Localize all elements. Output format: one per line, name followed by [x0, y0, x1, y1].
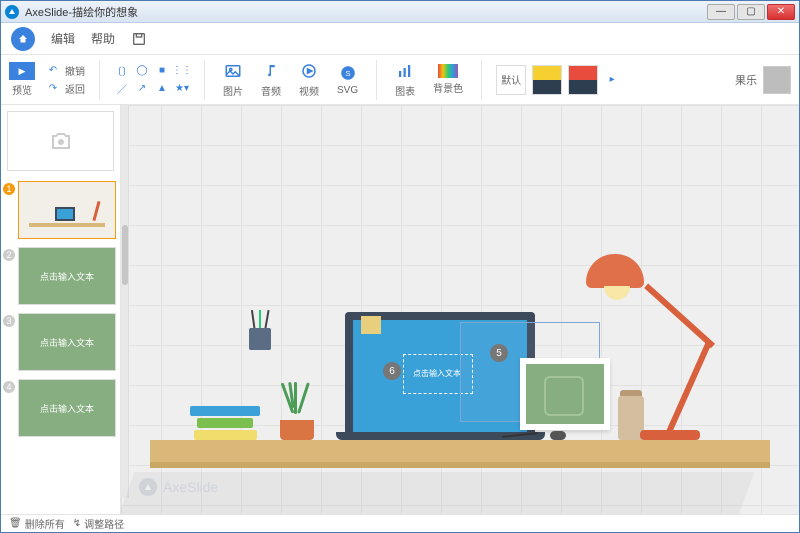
shape-dots-icon[interactable]: ⋮⋮: [174, 63, 190, 79]
slide-badge: 2: [3, 249, 15, 261]
path-icon: ↯: [73, 518, 81, 529]
toolbar: ▶ 预览 ↶撤销 ↷返回 〔〕 ◯ ■ ⋮⋮ ／ ↗ ▲ ★▾ 图片 音频 视频…: [1, 55, 799, 105]
shape-arrow-icon[interactable]: ↗: [134, 81, 150, 97]
path-marker-5[interactable]: 5: [490, 344, 508, 362]
watermark: AxeSlide: [139, 478, 218, 496]
undo-icon[interactable]: ↶: [45, 63, 61, 79]
shape-square-icon[interactable]: ■: [154, 63, 170, 79]
insert-svg-button[interactable]: S SVG: [333, 61, 362, 98]
insert-image-button[interactable]: 图片: [219, 59, 247, 100]
books: [190, 404, 260, 440]
image-icon: [223, 61, 243, 81]
plant: [280, 420, 314, 440]
slide-list: 1 2 点击输入文本 3 点击输入文本 4 点击输入文本: [1, 177, 120, 514]
slide-thumb-2: 点击输入文本: [18, 247, 116, 305]
path-marker-6[interactable]: 6: [383, 362, 401, 380]
window-titlebar: AxeSlide-描绘你的想象 — ▢ ✕: [1, 1, 799, 23]
template-more-icon[interactable]: ▸: [604, 72, 620, 88]
maximize-button[interactable]: ▢: [737, 4, 765, 20]
video-icon: [299, 61, 319, 81]
trash-icon: 🗑: [9, 518, 22, 529]
app-icon: [5, 5, 19, 19]
shape-circle-icon[interactable]: ◯: [134, 63, 150, 79]
audio-label: 音频: [261, 83, 281, 98]
rainbow-icon: [438, 64, 458, 78]
slide-thumb-1: [18, 181, 116, 239]
image-label: 图片: [223, 83, 243, 98]
audio-icon: [261, 61, 281, 81]
window-title: AxeSlide-描绘你的想象: [25, 4, 138, 20]
bgcolor-button[interactable]: 背景色: [429, 62, 467, 97]
scrollbar-thumb[interactable]: [122, 225, 128, 285]
slide-item-3[interactable]: 3 点击输入文本: [1, 309, 120, 375]
shape-bracket-icon[interactable]: 〔〕: [114, 63, 130, 79]
slide-thumb-3: 点击输入文本: [18, 313, 116, 371]
chart-label: 图表: [395, 83, 415, 98]
menu-help[interactable]: 帮助: [91, 30, 115, 47]
watermark-text: AxeSlide: [163, 479, 218, 495]
slide-badge: 3: [3, 315, 15, 327]
desk-lamp: [560, 260, 730, 440]
insert-audio-button[interactable]: 音频: [257, 59, 285, 100]
shape-triangle-icon[interactable]: ▲: [154, 81, 170, 97]
svg-label: SVG: [337, 85, 358, 96]
bgcolor-label: 背景色: [433, 80, 463, 95]
slide-badge: 4: [3, 381, 15, 393]
shape-line-icon[interactable]: ／: [114, 81, 130, 97]
slide-thumb-4: 点击输入文本: [18, 379, 116, 437]
slide-item-4[interactable]: 4 点击输入文本: [1, 375, 120, 441]
svg-icon: S: [338, 63, 358, 83]
close-button[interactable]: ✕: [767, 4, 795, 20]
minimize-button[interactable]: —: [707, 4, 735, 20]
preview-label: 预览: [12, 82, 32, 97]
chart-button[interactable]: 图表: [391, 59, 419, 100]
scene-desk-illustration: 点击输入文本 6 5: [150, 192, 770, 492]
insert-video-button[interactable]: 视频: [295, 59, 323, 100]
slide-item-2[interactable]: 2 点击输入文本: [1, 243, 120, 309]
desk: [150, 440, 770, 462]
menubar: 编辑 帮助: [1, 23, 799, 55]
canvas[interactable]: 点击输入文本 6 5 AxeSlide: [121, 105, 799, 514]
video-label: 视频: [299, 83, 319, 98]
chart-icon: [395, 61, 415, 81]
template-default[interactable]: 默认: [496, 65, 526, 95]
menu-edit[interactable]: 编辑: [51, 30, 75, 47]
vertical-scrollbar[interactable]: [121, 105, 129, 498]
watermark-icon: [139, 478, 157, 496]
screen-text: 点击输入文本: [413, 368, 461, 379]
home-button[interactable]: [11, 27, 35, 51]
redo-icon[interactable]: ↷: [45, 81, 61, 97]
slide-badge: 1: [3, 183, 15, 195]
adjust-path-button[interactable]: ↯ 调整路径: [73, 516, 124, 531]
save-button[interactable]: [131, 31, 147, 47]
shape-star-icon[interactable]: ★▾: [174, 81, 190, 97]
user-name[interactable]: 果乐: [735, 72, 757, 88]
template-1[interactable]: [532, 65, 562, 95]
template-2[interactable]: [568, 65, 598, 95]
redo-label[interactable]: 返回: [65, 81, 85, 97]
slide-item-1[interactable]: 1: [1, 177, 120, 243]
svg-text:S: S: [345, 69, 350, 78]
sidebar: 1 2 点击输入文本 3 点击输入文本 4 点击输入文本: [1, 105, 121, 514]
delete-all-button[interactable]: 🗑 删除所有: [9, 516, 65, 531]
overview-thumbnail[interactable]: [7, 111, 114, 171]
statusbar: 🗑 删除所有 ↯ 调整路径: [1, 514, 799, 532]
user-avatar[interactable]: [763, 66, 791, 94]
camera-icon: [49, 129, 73, 153]
undo-label[interactable]: 撤销: [65, 63, 85, 79]
preview-icon[interactable]: ▶: [9, 62, 35, 80]
